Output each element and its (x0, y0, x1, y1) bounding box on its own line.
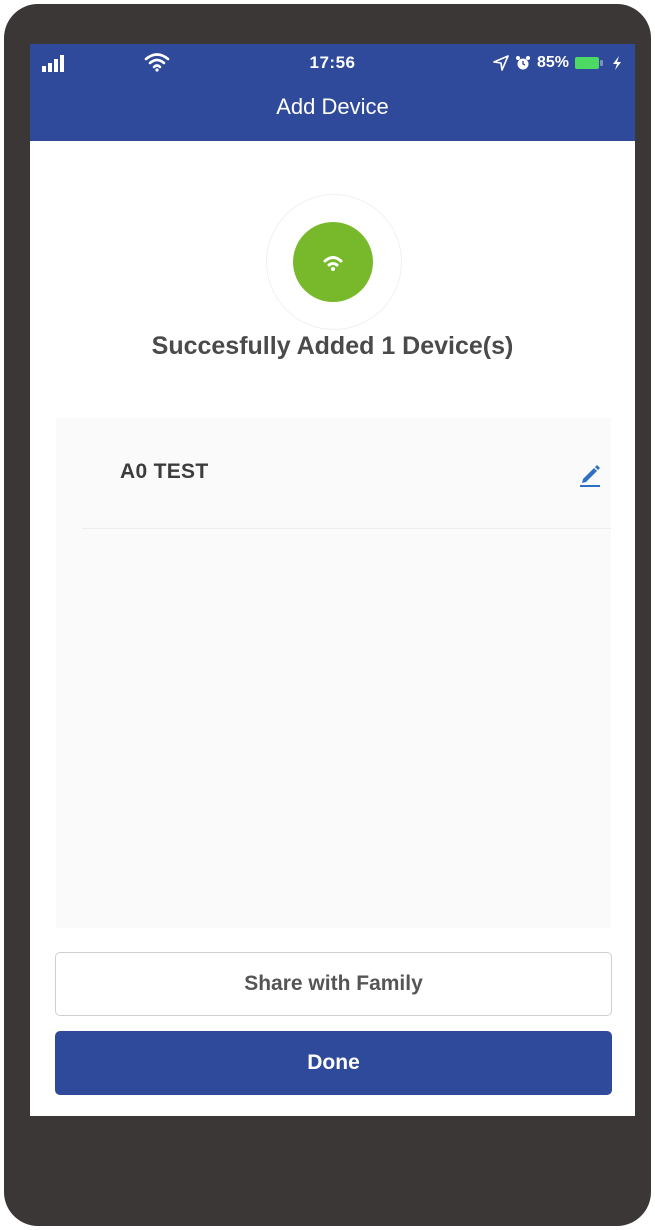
battery-percent: 85% (536, 54, 569, 71)
list-item: A0 TEST (82, 418, 611, 529)
battery-icon (575, 57, 603, 69)
app-screen: 17:56 85% Add Device Succesfully Added 1… (30, 44, 635, 1116)
edit-pencil-icon[interactable] (576, 460, 604, 488)
phone-frame: 17:56 85% Add Device Succesfully Added 1… (4, 4, 651, 1226)
device-list: A0 TEST (56, 418, 611, 928)
alarm-clock-icon (515, 56, 530, 70)
share-with-family-button[interactable]: Share with Family (55, 952, 612, 1016)
success-badge (293, 222, 373, 302)
location-arrow-icon (493, 55, 509, 71)
charging-bolt-icon (613, 56, 621, 70)
done-button[interactable]: Done (55, 1031, 612, 1095)
status-bar: 17:56 85% (30, 44, 635, 84)
status-right-group: 85% (493, 52, 625, 74)
app-header: 17:56 85% Add Device (30, 44, 635, 141)
success-message: Succesfully Added 1 Device(s) (151, 332, 514, 360)
page-title: Add Device (276, 94, 389, 119)
device-name: A0 TEST (120, 460, 209, 483)
wifi-icon (323, 256, 343, 271)
